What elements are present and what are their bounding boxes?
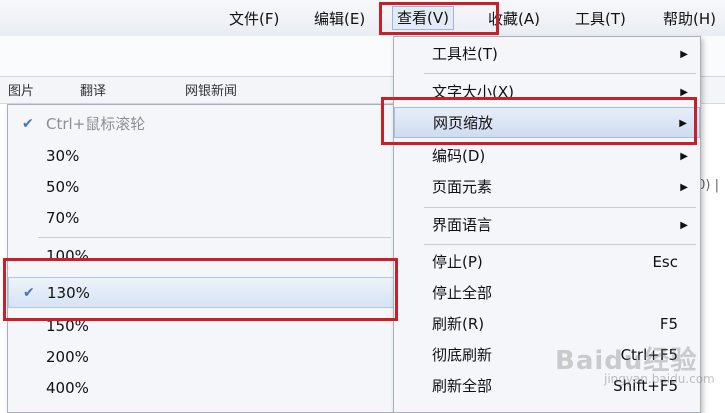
zoom-item-30[interactable]: 30% — [8, 141, 395, 172]
view-item-encoding[interactable]: 编码(D) ▶ — [394, 141, 700, 172]
toolbar-item-translate[interactable]: 翻译 — [80, 80, 106, 99]
submenu-arrow-icon: ▶ — [680, 220, 688, 231]
highlight-box-view-menu — [379, 2, 499, 35]
view-item-page-elements[interactable]: 页面元素 ▶ — [394, 172, 700, 203]
submenu-arrow-icon: ▶ — [680, 182, 688, 193]
check-icon: ✔ — [22, 116, 34, 132]
view-item-toolbar[interactable]: 工具栏(T) ▶ — [394, 39, 700, 70]
view-item-stop-all[interactable]: 停止全部 — [394, 278, 700, 309]
menu-file[interactable]: 文件(F) — [229, 8, 279, 30]
menu-separator — [424, 73, 696, 74]
menu-separator — [38, 237, 391, 238]
toolbar-item-news[interactable]: 网银新闻 — [185, 80, 237, 99]
highlight-box-page-zoom — [381, 97, 697, 145]
submenu-arrow-icon: ▶ — [680, 49, 688, 60]
view-item-refresh[interactable]: 刷新(R) F5 — [394, 309, 700, 340]
toolbar-item-images[interactable]: 图片 — [8, 80, 34, 99]
menu-help[interactable]: 帮助(H) — [663, 8, 716, 30]
submenu-arrow-icon: ▶ — [680, 151, 688, 162]
zoom-item-200[interactable]: 200% — [8, 342, 395, 373]
menu-tools[interactable]: 工具(T) — [575, 8, 626, 30]
zoom-item-50[interactable]: 50% — [8, 172, 395, 203]
zoom-item-ctrl-wheel[interactable]: ✔ Ctrl+鼠标滚轮 — [8, 109, 395, 140]
view-item-stop[interactable]: 停止(P) Esc — [394, 247, 700, 278]
highlight-box-130-percent — [3, 258, 398, 321]
menu-separator — [424, 244, 696, 245]
menubar: 文件(F) 编辑(E) 查看(V) 收藏(A) 工具(T) 帮助(H) — [0, 0, 725, 37]
baidu-watermark-url: jingyan.baidu.com — [604, 372, 715, 386]
menu-edit[interactable]: 编辑(E) — [314, 8, 365, 30]
zoom-item-400[interactable]: 400% — [8, 373, 395, 404]
menu-separator — [424, 207, 696, 208]
zoom-item-70[interactable]: 70% — [8, 203, 395, 234]
view-item-ui-language[interactable]: 界面语言 ▶ — [394, 210, 700, 241]
